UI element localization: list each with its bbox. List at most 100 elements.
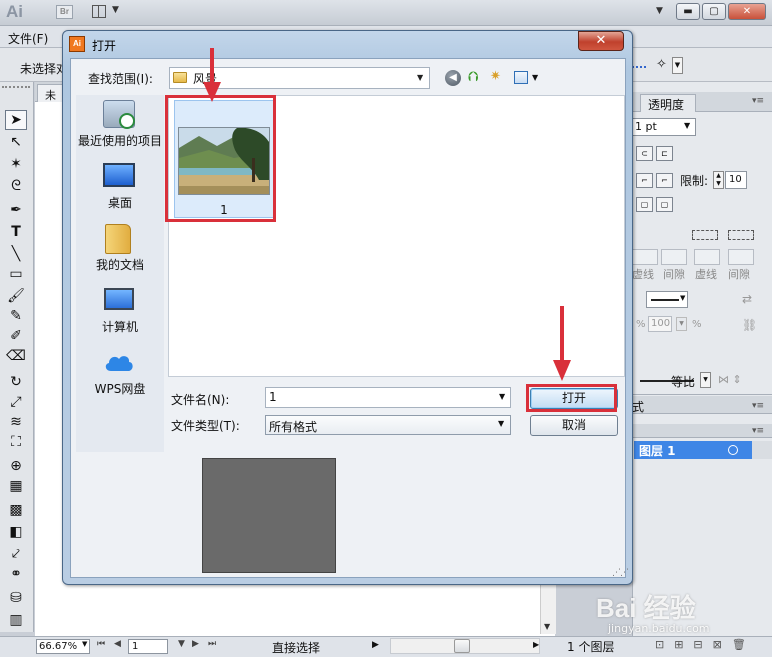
artboard-chevron-down-icon[interactable]: ▼	[178, 639, 185, 649]
app-close-button[interactable]: ✕	[728, 3, 766, 20]
arrowhead-scale-field[interactable]: 100	[648, 316, 672, 332]
recent-items-icon[interactable]	[103, 100, 135, 129]
swap-arrowheads-icon[interactable]: ⇄	[742, 292, 752, 306]
profile-label[interactable]: 等比	[671, 373, 695, 390]
panel-menu-icon[interactable]: ▾≡	[752, 96, 764, 106]
pen-tool-icon[interactable]: ✒	[5, 200, 27, 220]
last-artboard-icon[interactable]: ⏭	[208, 639, 216, 649]
miter-join-button[interactable]: ⌐	[636, 173, 653, 188]
type-tool-icon[interactable]: T	[5, 222, 27, 242]
gap-field-1[interactable]	[661, 249, 687, 265]
file-name-input[interactable]	[265, 387, 511, 408]
place-wps-cloud[interactable]: WPS网盘	[72, 380, 168, 397]
back-arrow-icon[interactable]: ◀	[445, 70, 461, 86]
first-artboard-icon[interactable]: ⏮	[97, 639, 105, 649]
eyedropper-tool-icon[interactable]: ⤦	[5, 544, 27, 564]
panel-menu-icon[interactable]: ▾≡	[752, 426, 764, 436]
flip-profile-icon[interactable]: ⋈ ⇕	[718, 373, 742, 386]
app-maximize-button[interactable]: ▢	[702, 3, 726, 20]
desktop-icon[interactable]	[103, 163, 135, 187]
chevron-down-icon[interactable]: ▼	[498, 419, 504, 428]
round-cap-button[interactable]: ⊂	[636, 146, 653, 161]
artboard-number-field[interactable]: 1	[128, 639, 168, 654]
dash-field-1[interactable]	[632, 249, 658, 265]
layers-action-icons[interactable]: ⊡⊞⊟⊠🗑	[655, 638, 756, 651]
resize-grip-icon[interactable]: ⋰⋰	[612, 568, 629, 578]
documents-folder-icon[interactable]	[105, 224, 131, 254]
perspective-grid-tool-icon[interactable]: ▦	[5, 476, 27, 496]
tab-graphic-styles[interactable]: 式	[632, 398, 644, 415]
paintbrush-tool-icon[interactable]: 🖌	[5, 286, 27, 306]
gap-field-2[interactable]	[728, 249, 754, 265]
tools-panel-grip[interactable]	[2, 86, 30, 90]
tab-transparency[interactable]: 透明度	[640, 94, 696, 112]
place-recent-items[interactable]: 最近使用的项目	[72, 132, 168, 149]
selection-tool-icon[interactable]: ➤	[5, 110, 27, 130]
chevron-down-icon[interactable]: ▼	[684, 121, 690, 130]
direct-selection-tool-icon[interactable]: ↖	[5, 132, 27, 152]
blend-tool-icon[interactable]: ⚭	[5, 564, 27, 584]
chevron-down-icon[interactable]: ▼	[700, 372, 711, 388]
computer-icon[interactable]	[104, 288, 134, 310]
align-stroke-center-button[interactable]: ▢	[636, 197, 653, 212]
chevron-down-icon[interactable]: ▼	[82, 640, 87, 648]
bridge-button[interactable]: Br	[56, 5, 73, 19]
column-graph-tool-icon[interactable]: ▥	[5, 610, 27, 630]
link-scale-icon[interactable]: ⛓	[742, 318, 757, 332]
miter-limit-field[interactable]: 10	[725, 171, 747, 189]
dialog-close-button[interactable]: ✕	[578, 31, 624, 51]
limit-stepper[interactable]: ▲ ▼	[713, 171, 724, 189]
shape-builder-tool-icon[interactable]: ⊕	[5, 456, 27, 476]
chevron-down-icon[interactable]: ▼	[112, 5, 119, 15]
symbol-sprayer-tool-icon[interactable]: ⛁	[5, 588, 27, 608]
views-menu-icon[interactable]	[514, 71, 528, 84]
chevron-down-icon[interactable]: ▼	[417, 73, 423, 82]
chevron-down-icon[interactable]: ▼	[499, 392, 505, 401]
dash-align-corners-icon[interactable]	[728, 230, 754, 240]
new-folder-icon[interactable]: ✷	[490, 69, 501, 84]
place-computer[interactable]: 计算机	[72, 318, 168, 335]
magic-wand-icon[interactable]: ✧	[656, 57, 667, 72]
pencil-tool-icon[interactable]: ✎	[5, 306, 27, 326]
cloud-drive-icon[interactable]	[103, 352, 135, 372]
horizontal-scroll-thumb[interactable]	[454, 639, 470, 653]
free-transform-tool-icon[interactable]: ⛶	[5, 432, 27, 452]
blob-brush-tool-icon[interactable]: ✐	[5, 326, 27, 346]
warp-tool-icon[interactable]: ≋	[5, 412, 27, 432]
dash-preserve-icon[interactable]	[692, 230, 718, 240]
rectangle-tool-icon[interactable]: ▭	[5, 264, 27, 284]
panel-menu-icon[interactable]: ▾≡	[752, 401, 764, 411]
mesh-tool-icon[interactable]: ▩	[5, 500, 27, 520]
chevron-down-icon[interactable]: ▼	[532, 73, 538, 82]
place-my-documents[interactable]: 我的文档	[72, 256, 168, 273]
file-type-value[interactable]: 所有格式	[269, 418, 317, 435]
up-folder-icon[interactable]: ⮉	[468, 69, 479, 85]
rotate-tool-icon[interactable]: ↻	[5, 372, 27, 392]
align-stroke-inside-button[interactable]: ▢	[656, 197, 673, 212]
chevron-down-icon[interactable]: ▼	[680, 294, 685, 302]
previous-artboard-icon[interactable]: ◀	[114, 639, 121, 649]
menu-file[interactable]: 文件(F)	[8, 30, 48, 47]
workspace-chevron-down-icon[interactable]: ▼	[656, 6, 663, 16]
file-name-value[interactable]: 1	[269, 390, 277, 404]
app-minimize-button[interactable]: ▬	[676, 3, 700, 20]
line-tool-icon[interactable]: ╲	[5, 244, 27, 264]
status-menu-arrow-icon[interactable]: ▶	[372, 640, 379, 650]
scroll-right-arrow-icon[interactable]: ▶	[533, 640, 539, 649]
scale-tool-icon[interactable]: ⤢	[5, 392, 27, 412]
eraser-tool-icon[interactable]: ⌫	[5, 346, 27, 366]
projecting-cap-button[interactable]: ⊏	[656, 146, 673, 161]
next-artboard-icon[interactable]: ▶	[192, 639, 199, 649]
status-current-tool[interactable]: 直接选择	[272, 639, 320, 656]
arrange-documents-icon[interactable]	[92, 5, 106, 18]
cancel-button[interactable]: 取消	[530, 415, 618, 436]
gradient-tool-icon[interactable]: ◧	[5, 522, 27, 542]
chevron-down-icon[interactable]: ▼	[676, 317, 687, 331]
magic-wand-tool-icon[interactable]: ✶	[5, 154, 27, 174]
dash-field-2[interactable]	[694, 249, 720, 265]
round-join-button[interactable]: ⌐	[656, 173, 673, 188]
chevron-down-icon[interactable]: ▼	[672, 57, 683, 74]
layer-selection-area[interactable]	[752, 441, 772, 459]
layer-target-icon[interactable]	[728, 445, 738, 455]
scroll-down-arrow-icon[interactable]: ▼	[544, 622, 550, 631]
